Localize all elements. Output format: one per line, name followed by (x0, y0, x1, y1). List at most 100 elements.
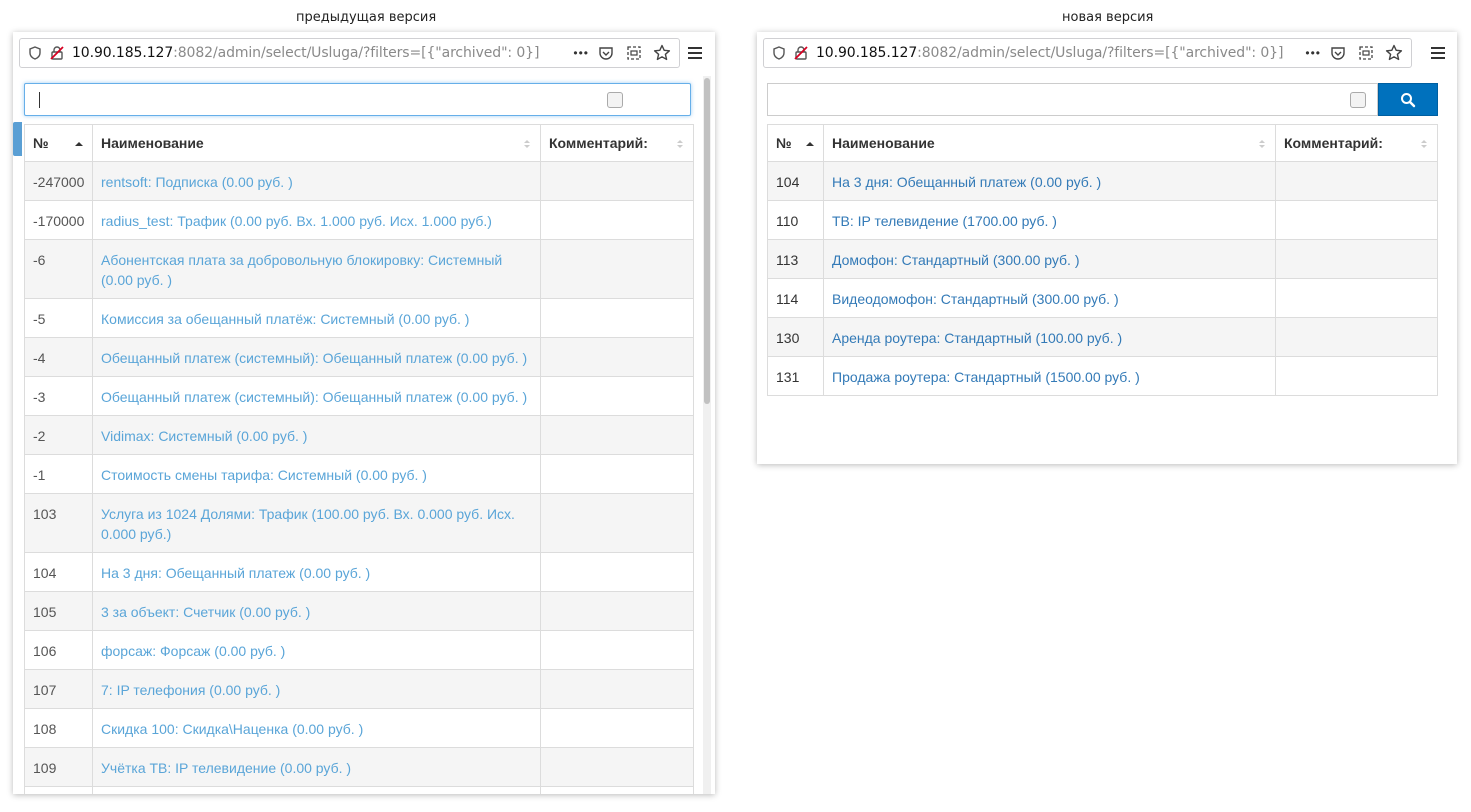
service-link[interactable]: 7: IP телефония (0.00 руб. ) (101, 682, 280, 698)
table-row[interactable]: 108 Скидка 100: Скидка\Наценка (0.00 руб.… (24, 708, 694, 748)
cell-num: -1 (24, 454, 93, 494)
hamburger-menu-icon[interactable] (684, 42, 706, 64)
service-link[interactable]: На 3 дня: Обещанный платеж (0.00 руб. ) (101, 565, 370, 581)
shield-icon[interactable] (768, 42, 790, 64)
table-row[interactable]: -5 Комиссия за обещанный платёж: Системны… (24, 298, 694, 338)
table-row[interactable]: -247000 rentsoft: Подписка (0.00 руб. ) (24, 161, 694, 201)
address-bar[interactable]: 10.90.185.127:8082/admin/select/Usluga/?… (19, 38, 680, 68)
cell-num: 103 (24, 493, 93, 553)
service-link[interactable]: 3 за объект: Счетчик (0.00 руб. ) (101, 604, 310, 620)
sort-both-icon[interactable] (675, 137, 685, 151)
cell-name: Стоимость смены тарифа: Системный (0.00 … (92, 454, 541, 494)
service-link[interactable]: rentsoft: Подписка (0.00 руб. ) (101, 174, 293, 190)
column-header-name[interactable]: Наименование (823, 124, 1276, 162)
table-row[interactable]: -4 Обещанный платеж (системный): Обещанны… (24, 337, 694, 377)
cell-name: radius_test: Трафик (0.00 руб. Вх. 1.000… (92, 200, 541, 240)
table-row[interactable]: -6 Абонентская плата за добровольную блок… (24, 239, 694, 299)
search-input[interactable] (767, 83, 1378, 116)
cell-comment (1275, 356, 1438, 396)
service-link[interactable]: Обещанный платеж (системный): Обещанный … (101, 389, 527, 405)
scrollbar-thumb[interactable] (704, 78, 710, 404)
table-row[interactable]: 105 3 за объект: Счетчик (0.00 руб. ) (24, 591, 694, 631)
insecure-lock-icon[interactable] (46, 42, 68, 64)
url-text[interactable]: 10.90.185.127:8082/admin/select/Usluga/?… (72, 45, 539, 61)
address-bar[interactable]: 10.90.185.127:8082/admin/select/Usluga/?… (763, 38, 1412, 68)
service-link[interactable]: Учётка ТВ: IP телевидение (0.00 руб. ) (101, 760, 351, 776)
table-row[interactable]: 106 форсаж: Форсаж (0.00 руб. ) (24, 630, 694, 670)
cell-comment (1275, 200, 1438, 240)
table-row[interactable]: 110ТВ: IP телевидение (1700.00 руб. ) (24, 786, 694, 794)
cell-num: -4 (24, 337, 93, 377)
table-row[interactable]: 109 Учётка ТВ: IP телевидение (0.00 руб. … (24, 747, 694, 787)
column-header-comment[interactable]: Комментарий: (1275, 124, 1438, 162)
services-table: № Наименование Комментарий: 104 На 3 дня:… (767, 124, 1438, 396)
insecure-lock-icon[interactable] (790, 42, 812, 64)
bookmark-star-icon[interactable] (1383, 42, 1405, 64)
service-link[interactable]: radius_test: Трафик (0.00 руб. Вх. 1.000… (101, 213, 492, 229)
cell-comment (540, 708, 694, 748)
column-header-comment[interactable]: Комментарий: (540, 124, 694, 162)
archived-checkbox[interactable] (1350, 92, 1366, 108)
service-link[interactable]: Комиссия за обещанный платёж: Системный … (101, 311, 469, 327)
table-row[interactable]: -170000 radius_test: Трафик (0.00 руб. Вх… (24, 200, 694, 240)
column-header-name[interactable]: Наименование (92, 124, 541, 162)
cell-name: Видеодомофон: Стандартный (300.00 руб. ) (823, 278, 1276, 318)
sort-asc-icon[interactable] (74, 137, 84, 151)
cell-name: rentsoft: Подписка (0.00 руб. ) (92, 161, 541, 201)
service-link[interactable]: Vidimax: Системный (0.00 руб. ) (101, 428, 307, 444)
sort-both-icon[interactable] (1257, 137, 1267, 151)
table-row[interactable]: -3 Обещанный платеж (системный): Обещанны… (24, 376, 694, 416)
cell-comment (540, 161, 694, 201)
column-header-num[interactable]: № (24, 124, 93, 162)
cell-comment (540, 786, 694, 794)
services-table: № Наименование Комментарий: -247000 rents… (24, 124, 694, 794)
service-link[interactable]: Скидка 100: Скидка\Наценка (0.00 руб. ) (101, 721, 363, 737)
url-text[interactable]: 10.90.185.127:8082/admin/select/Usluga/?… (816, 45, 1283, 61)
table-row[interactable]: 131 Продажа роутера: Стандартный (1500.00… (767, 356, 1438, 396)
service-link[interactable]: Стоимость смены тарифа: Системный (0.00 … (101, 467, 427, 483)
column-header-num[interactable]: № (767, 124, 824, 162)
table-row[interactable]: 130 Аренда роутера: Стандартный (100.00 р… (767, 317, 1438, 357)
hamburger-menu-icon[interactable] (1427, 42, 1449, 64)
table-row[interactable]: 114 Видеодомофон: Стандартный (300.00 руб… (767, 278, 1438, 318)
service-link[interactable]: Абонентская плата за добровольную блокир… (101, 252, 502, 288)
sort-both-icon[interactable] (1419, 137, 1429, 151)
cell-comment (540, 298, 694, 338)
service-link[interactable]: На 3 дня: Обещанный платеж (0.00 руб. ) (832, 174, 1101, 190)
scrollbar[interactable] (703, 76, 711, 794)
cell-name: Vidimax: Системный (0.00 руб. ) (92, 415, 541, 455)
shield-icon[interactable] (24, 42, 46, 64)
search-button[interactable] (1378, 83, 1438, 116)
table-row[interactable]: 110ТВ: IP телевидение (1700.00 руб. ) (767, 200, 1438, 240)
service-link[interactable]: Видеодомофон: Стандартный (300.00 руб. ) (832, 291, 1119, 307)
table-row[interactable]: 113 Домофон: Стандартный (300.00 руб. ) (767, 239, 1438, 279)
sort-asc-icon[interactable] (805, 137, 815, 151)
url-path: :8082/admin/select/Usluga/?filters=[{"ar… (173, 45, 540, 61)
service-link[interactable]: Аренда роутера: Стандартный (100.00 руб.… (832, 330, 1122, 346)
archived-checkbox[interactable] (607, 92, 623, 108)
search-input[interactable] (24, 83, 691, 116)
pocket-icon[interactable] (595, 42, 617, 64)
table-row[interactable]: 103 Услуга из 1024 Долями: Трафик (100.00… (24, 493, 694, 553)
table-row[interactable]: -2 Vidimax: Системный (0.00 руб. ) (24, 415, 694, 455)
table-row[interactable]: 104 На 3 дня: Обещанный платеж (0.00 руб.… (767, 161, 1438, 201)
page-actions-more-button[interactable]: ••• (573, 46, 589, 60)
table-row[interactable]: 107 7: IP телефония (0.00 руб. ) (24, 669, 694, 709)
screenshot-icon[interactable] (1355, 42, 1377, 64)
service-link[interactable]: ТВ: IP телевидение (1700.00 руб. ) (832, 213, 1057, 229)
service-link[interactable]: Обещанный платеж (системный): Обещанный … (101, 350, 527, 366)
service-link[interactable]: Домофон: Стандартный (300.00 руб. ) (832, 252, 1080, 268)
bookmark-star-icon[interactable] (651, 42, 673, 64)
sort-both-icon[interactable] (522, 137, 532, 151)
service-link[interactable]: Услуга из 1024 Долями: Трафик (100.00 ру… (101, 506, 515, 542)
table-row[interactable]: -1 Стоимость смены тарифа: Системный (0.0… (24, 454, 694, 494)
cell-name: Домофон: Стандартный (300.00 руб. ) (823, 239, 1276, 279)
screenshot-icon[interactable] (623, 42, 645, 64)
table-row[interactable]: 104 На 3 дня: Обещанный платеж (0.00 руб.… (24, 552, 694, 592)
cell-name: Продажа роутера: Стандартный (1500.00 ру… (823, 356, 1276, 396)
service-link[interactable]: форсаж: Форсаж (0.00 руб. ) (101, 643, 285, 659)
cell-num: 107 (24, 669, 93, 709)
page-actions-more-button[interactable]: ••• (1305, 46, 1321, 60)
service-link[interactable]: Продажа роутера: Стандартный (1500.00 ру… (832, 369, 1140, 385)
pocket-icon[interactable] (1327, 42, 1349, 64)
